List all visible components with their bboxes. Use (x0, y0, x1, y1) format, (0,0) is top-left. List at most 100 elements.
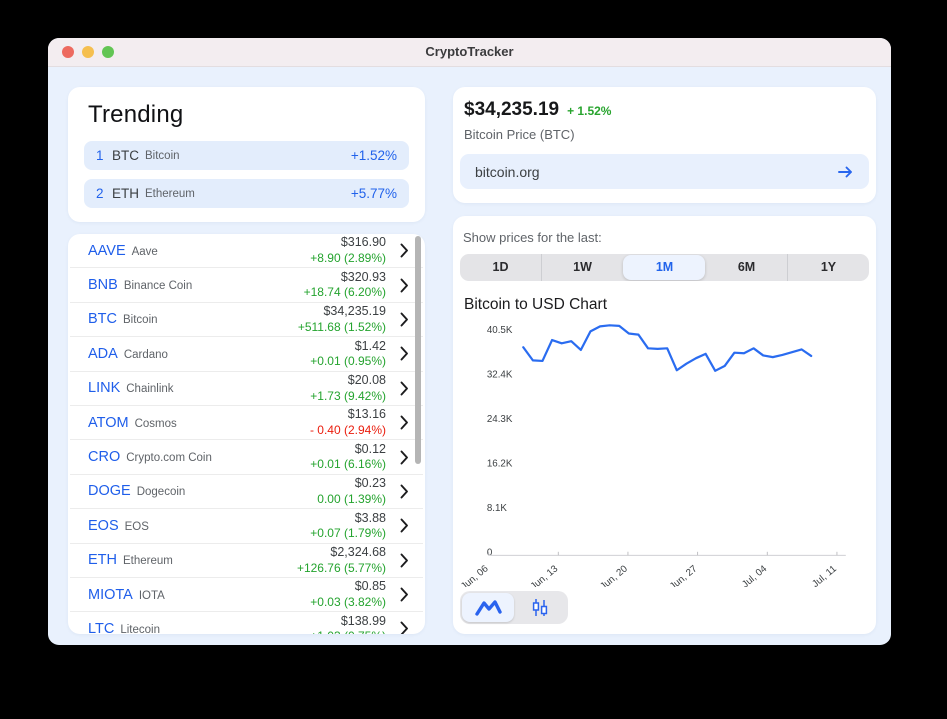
range-option-1y[interactable]: 1Y (787, 254, 869, 281)
trending-rank: 1 (96, 148, 112, 163)
coin-row[interactable]: ADA Cardano $1.42 +0.01 (0.95%) (70, 337, 423, 371)
chart-card: Show prices for the last: 1D1W1M6M1Y Bit… (453, 216, 876, 634)
minimize-button[interactable] (82, 46, 94, 58)
coin-symbol: MIOTA (88, 587, 133, 603)
coin-row[interactable]: DOGE Dogecoin $0.23 0.00 (1.39%) (70, 475, 423, 509)
coin-row[interactable]: BTC Bitcoin $34,235.19 +511.68 (1.52%) (70, 303, 423, 337)
chart-type-toggle (460, 591, 568, 624)
x-axis-tick-label: Jun, 27 (668, 563, 700, 587)
line-chart-toggle-button[interactable] (462, 593, 514, 622)
coin-row[interactable]: MIOTA IOTA $0.85 +0.03 (3.82%) (70, 578, 423, 612)
coin-symbol: LINK (88, 380, 120, 396)
coin-name: IOTA (139, 590, 165, 602)
trending-name: Bitcoin (145, 150, 351, 162)
coin-row[interactable]: CRO Crypto.com Coin $0.12 +0.01 (6.16%) (70, 440, 423, 474)
coin-row[interactable]: LTC Litecoin $138.99 +1.03 (0.75%) (70, 612, 423, 634)
chevron-right-icon (400, 312, 409, 327)
coin-price: $20.08 (310, 373, 386, 389)
coin-name: Litecoin (120, 624, 160, 634)
range-option-1w[interactable]: 1W (541, 254, 623, 281)
app-window: CryptoTracker Trending 1 BTC Bitcoin +1.… (48, 38, 891, 645)
coin-row[interactable]: ATOM Cosmos $13.16 - 0.40 (2.94%) (70, 406, 423, 440)
trending-name: Ethereum (145, 188, 351, 200)
coin-symbol: BNB (88, 277, 118, 293)
url-input[interactable] (473, 163, 835, 181)
trending-heading: Trending (88, 101, 407, 129)
coin-name: EOS (125, 521, 149, 533)
coin-row[interactable]: EOS EOS $3.88 +0.07 (1.79%) (70, 509, 423, 543)
url-field-wrap (460, 154, 869, 189)
zoom-button[interactable] (102, 46, 114, 58)
coin-name: Dogecoin (137, 486, 186, 498)
range-option-1m[interactable]: 1M (623, 255, 705, 280)
close-button[interactable] (62, 46, 74, 58)
coin-change: +126.76 (5.77%) (297, 561, 386, 576)
chevron-right-icon (400, 518, 409, 533)
coin-change: +8.90 (2.89%) (310, 251, 386, 266)
scrollbar-thumb[interactable] (415, 236, 421, 464)
x-axis-tick-label: Jun, 20 (598, 563, 630, 587)
coin-symbol: DOGE (88, 483, 131, 499)
y-axis-tick-label: 32.4K (487, 369, 513, 380)
x-axis-tick-label: Jun, 13 (529, 563, 561, 587)
coin-name: Binance Coin (124, 280, 192, 292)
coin-list: AAVE Aave $316.90 +8.90 (2.89%) BNB Bina… (70, 234, 423, 634)
coin-symbol: ETH (88, 552, 117, 568)
y-axis-tick-label: 40.5K (487, 325, 513, 336)
coin-symbol: ADA (88, 346, 118, 362)
range-option-1d[interactable]: 1D (460, 254, 541, 281)
line-chart-icon (475, 599, 502, 617)
coin-name: Crypto.com Coin (126, 452, 212, 464)
trending-change: +5.77% (351, 186, 397, 201)
coin-symbol: EOS (88, 518, 119, 534)
coin-price: $2,324.68 (297, 545, 386, 561)
chevron-right-icon (400, 381, 409, 396)
y-axis-tick-label: 0 (487, 547, 493, 558)
price-label: Bitcoin Price (BTC) (464, 127, 869, 142)
trending-row[interactable]: 1 BTC Bitcoin +1.52% (84, 141, 409, 170)
coin-name: Ethereum (123, 555, 173, 567)
main-content: Trending 1 BTC Bitcoin +1.52% 2 ETH Ethe… (48, 67, 891, 645)
coin-change: +18.74 (6.20%) (304, 285, 386, 300)
range-selector-label: Show prices for the last: (463, 230, 867, 245)
coin-change: +1.73 (9.42%) (310, 389, 386, 404)
coin-price: $320.93 (304, 270, 386, 286)
coin-row[interactable]: AAVE Aave $316.90 +8.90 (2.89%) (70, 234, 423, 268)
coin-name: Bitcoin (123, 314, 158, 326)
chevron-right-icon (400, 278, 409, 293)
chevron-right-icon (400, 346, 409, 361)
trending-list: 1 BTC Bitcoin +1.52% 2 ETH Ethereum +5.7… (84, 141, 409, 208)
go-button[interactable] (835, 163, 856, 181)
coin-symbol: CRO (88, 449, 120, 465)
traffic-lights (62, 38, 114, 66)
coin-name: Aave (132, 246, 158, 258)
coin-change: +0.01 (0.95%) (310, 354, 386, 369)
coin-row[interactable]: BNB Binance Coin $320.93 +18.74 (6.20%) (70, 268, 423, 302)
coin-change: +0.03 (3.82%) (310, 595, 386, 610)
coin-row[interactable]: ETH Ethereum $2,324.68 +126.76 (5.77%) (70, 544, 423, 578)
trending-row[interactable]: 2 ETH Ethereum +5.77% (84, 179, 409, 208)
y-axis-tick-label: 16.2K (487, 458, 513, 469)
trending-symbol: BTC (112, 148, 139, 163)
range-option-6m[interactable]: 6M (705, 254, 787, 281)
window-title: CryptoTracker (48, 38, 891, 66)
chart-title: Bitcoin to USD Chart (464, 296, 869, 314)
coin-symbol: ATOM (88, 415, 129, 431)
coin-name: Cardano (124, 349, 168, 361)
range-selector: 1D1W1M6M1Y (460, 254, 869, 281)
chevron-right-icon (400, 450, 409, 465)
candlestick-chart-toggle-button[interactable] (514, 593, 566, 622)
coin-row[interactable]: LINK Chainlink $20.08 +1.73 (9.42%) (70, 372, 423, 406)
coin-change: +511.68 (1.52%) (298, 320, 386, 335)
coin-symbol: BTC (88, 311, 117, 327)
x-axis-tick-label: Jul, 04 (740, 563, 770, 587)
chevron-right-icon (400, 415, 409, 430)
chevron-right-icon (400, 587, 409, 602)
right-column: $34,235.19 + 1.52% Bitcoin Price (BTC) S… (453, 87, 876, 634)
chevron-right-icon (400, 243, 409, 258)
chevron-right-icon (400, 484, 409, 499)
trending-card: Trending 1 BTC Bitcoin +1.52% 2 ETH Ethe… (68, 87, 425, 222)
coin-price: $3.88 (310, 511, 386, 527)
coin-price: $0.85 (310, 579, 386, 595)
coin-price: $0.12 (310, 442, 386, 458)
